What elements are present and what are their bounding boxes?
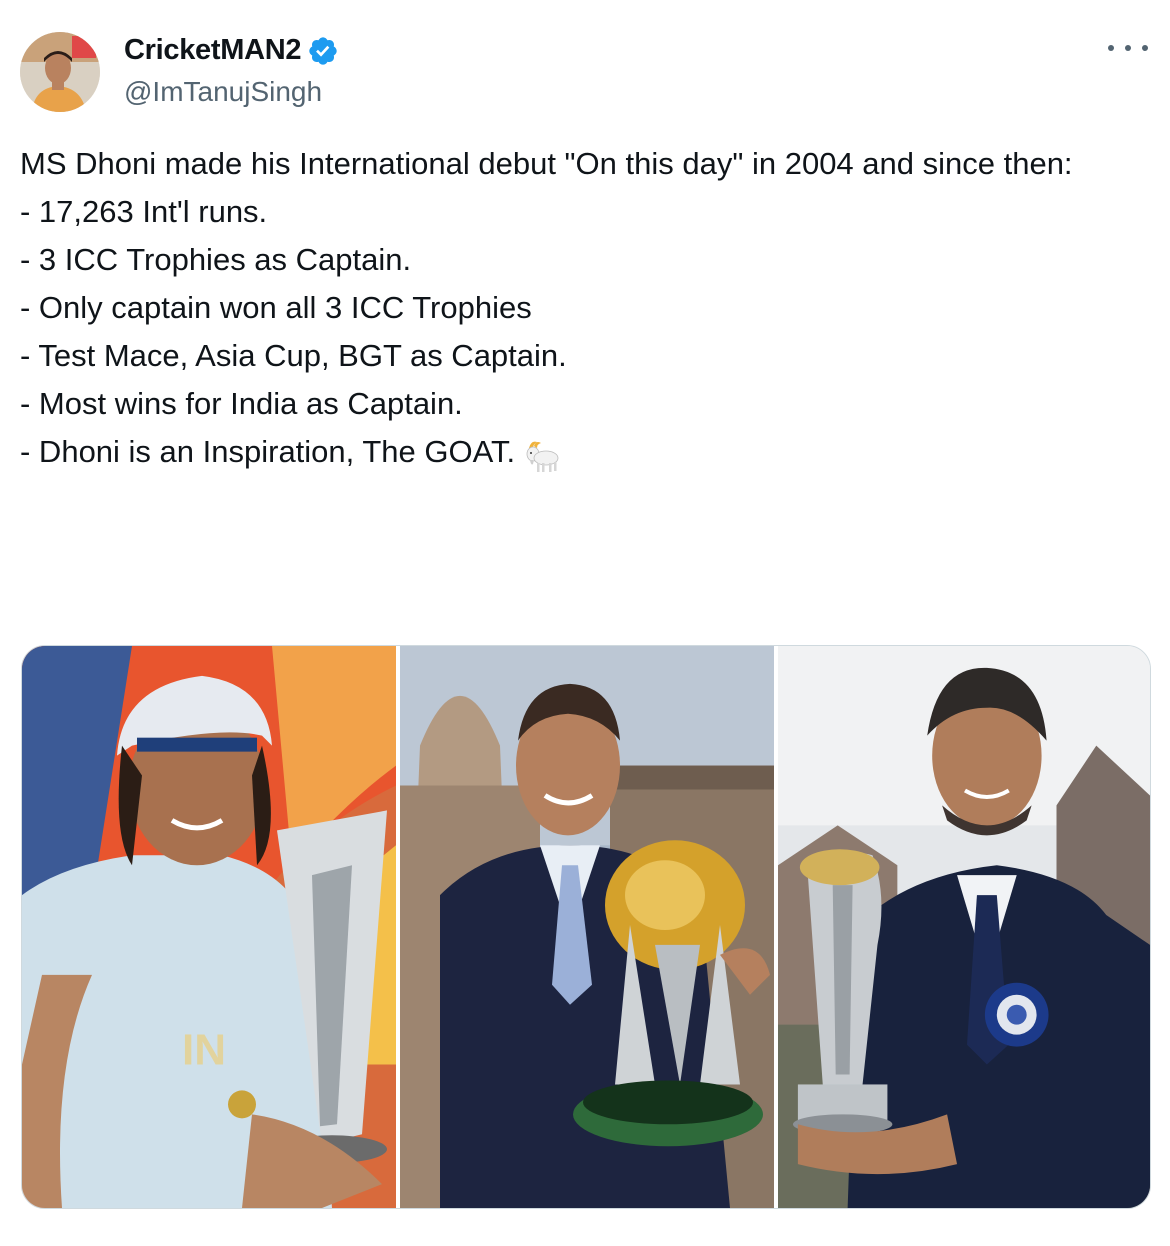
dot <box>1108 45 1114 51</box>
profile-avatar[interactable] <box>20 32 100 112</box>
display-name[interactable]: CricketMAN2 <box>124 34 302 67</box>
tweet-last-line: - Dhoni is an Inspiration, The GOAT. <box>20 428 1150 476</box>
media-grid: IN <box>21 645 1151 1209</box>
tweet-line: - Most wins for India as Captain. <box>20 386 463 421</box>
tweet-line: - 3 ICC Trophies as Captain. <box>20 242 412 277</box>
odi-world-cup-trophy-photo[interactable] <box>400 646 774 1208</box>
tweet-line: - Dhoni is an Inspiration, The GOAT. <box>20 434 516 469</box>
more-options-icon[interactable] <box>1108 36 1148 60</box>
verified-badge-icon <box>309 36 337 65</box>
svg-text:IN: IN <box>182 1026 226 1075</box>
tweet-text: MS Dhoni made his International debut "O… <box>20 140 1150 476</box>
champions-trophy-photo[interactable] <box>778 646 1150 1208</box>
dot <box>1142 45 1148 51</box>
tweet-line: - 17,263 Int'l runs. <box>20 194 268 229</box>
tweet-line: - Test Mace, Asia Cup, BGT as Captain. <box>20 338 567 373</box>
tweet-line: MS Dhoni made his International debut "O… <box>20 146 1073 181</box>
goat-emoji <box>526 441 559 472</box>
handle[interactable]: @ImTanujSingh <box>124 76 322 108</box>
t20-world-cup-trophy-photo[interactable]: IN <box>22 646 396 1208</box>
tweet-card: CricketMAN2 @ImTanujSingh MS Dhoni made … <box>0 0 1170 1246</box>
author-name-row[interactable]: CricketMAN2 <box>124 34 339 67</box>
dot <box>1125 45 1131 51</box>
tweet-line: - Only captain won all 3 ICC Trophies <box>20 290 532 325</box>
